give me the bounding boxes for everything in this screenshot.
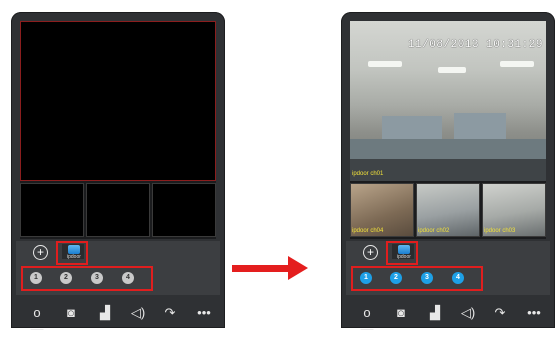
- add-device-button[interactable]: +: [33, 245, 48, 260]
- video-area: 11/08/2013 10:31:29 ipdoor ch01 ipdoor c…: [350, 21, 546, 239]
- left-monitor-app: + ipdoor 1 2 3 4 o— ◙ ▟ ◁) ↷ •••: [11, 12, 225, 336]
- main-camera-view-empty[interactable]: [20, 21, 216, 181]
- office-desks: [350, 139, 546, 159]
- ceiling-light: [368, 61, 402, 67]
- phone-handset-icon[interactable]: ↷: [491, 305, 509, 321]
- camera-icon[interactable]: ◙: [62, 305, 80, 321]
- camera-thumbnail-empty[interactable]: [20, 183, 84, 237]
- ceiling-light: [438, 67, 466, 73]
- main-camera-view[interactable]: 11/08/2013 10:31:29 ipdoor ch01: [350, 21, 546, 181]
- camera-thumbnail-empty[interactable]: [86, 183, 150, 237]
- office-floor: [350, 159, 546, 181]
- thumbnail-label: ipdoor ch04: [352, 228, 384, 234]
- camera-thumbnail[interactable]: ipdoor ch03: [482, 183, 546, 237]
- add-device-button[interactable]: +: [363, 245, 378, 260]
- more-icon[interactable]: •••: [195, 305, 213, 321]
- highlight-channels: [351, 266, 483, 291]
- camera-icon[interactable]: ◙: [392, 305, 410, 321]
- video-record-icon[interactable]: ▟: [96, 305, 114, 321]
- video-area: [20, 21, 216, 239]
- speaker-icon[interactable]: ◁): [129, 305, 147, 321]
- ceiling-light: [500, 61, 534, 67]
- highlight-device: [56, 241, 88, 265]
- key-icon[interactable]: o—: [28, 305, 46, 336]
- transition-arrow-head: [288, 256, 308, 280]
- video-record-icon[interactable]: ▟: [426, 305, 444, 321]
- right-monitor-app: 11/08/2013 10:31:29 ipdoor ch01 ipdoor c…: [341, 12, 555, 336]
- highlight-channels: [21, 266, 153, 291]
- transition-arrow-shaft: [232, 265, 290, 272]
- video-timestamp: 11/08/2013 10:31:29: [408, 39, 543, 51]
- thumbnail-label: ipdoor ch02: [418, 228, 450, 234]
- bottom-toolbar: o— ◙ ▟ ◁) ↷ •••: [341, 296, 555, 336]
- highlight-device: [386, 241, 418, 265]
- main-camera-label: ipdoor ch01: [352, 171, 384, 177]
- thumbnail-label: ipdoor ch03: [484, 228, 516, 234]
- device-controls: + ipdoor 1 2 3 4: [16, 241, 220, 295]
- camera-thumbnail[interactable]: ipdoor ch02: [416, 183, 480, 237]
- phone-handset-icon[interactable]: ↷: [161, 305, 179, 321]
- more-icon[interactable]: •••: [525, 305, 543, 321]
- key-icon[interactable]: o—: [358, 305, 376, 336]
- bottom-toolbar: o— ◙ ▟ ◁) ↷ •••: [11, 296, 225, 336]
- camera-thumbnail[interactable]: ipdoor ch04: [350, 183, 414, 237]
- camera-thumbnail-empty[interactable]: [152, 183, 216, 237]
- device-controls: + ipdoor 1 2 3 4: [346, 241, 550, 295]
- speaker-icon[interactable]: ◁): [459, 305, 477, 321]
